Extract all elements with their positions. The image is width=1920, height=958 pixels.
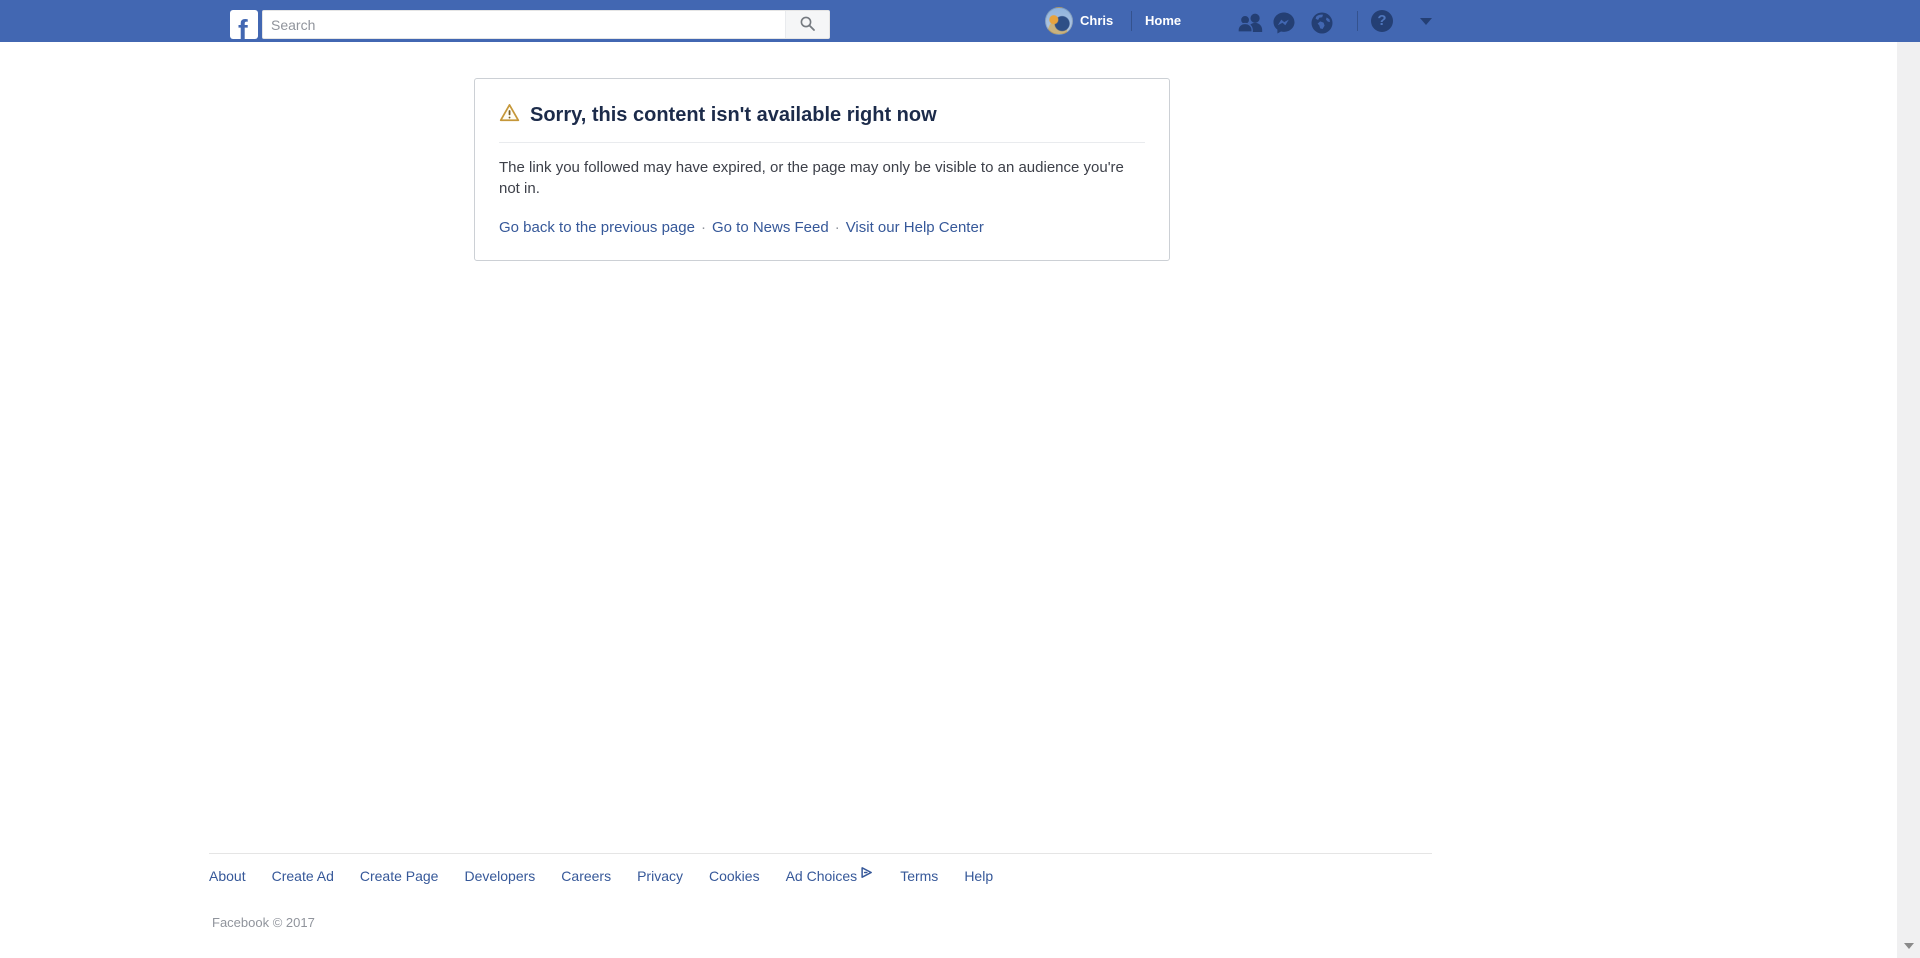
- footer-link-create-page[interactable]: Create Page: [360, 868, 439, 884]
- navbar-divider: [1357, 11, 1358, 31]
- go-back-link[interactable]: Go back to the previous page: [499, 219, 695, 236]
- top-navbar: f Chris Home: [0, 0, 1920, 42]
- scroll-down-button[interactable]: [1897, 936, 1920, 956]
- footer-link-help[interactable]: Help: [964, 868, 993, 884]
- footer-link-ad-choices[interactable]: Ad Choices: [786, 867, 875, 885]
- footer-links: About Create Ad Create Page Developers C…: [209, 867, 993, 885]
- scroll-down-arrow-icon: [1903, 943, 1914, 949]
- adchoices-icon: [859, 865, 874, 883]
- copyright-notice: Facebook © 2017: [212, 915, 315, 930]
- notifications-globe-icon[interactable]: [1310, 11, 1334, 40]
- news-feed-link[interactable]: Go to News Feed: [712, 219, 829, 236]
- footer-link-about[interactable]: About: [209, 868, 246, 884]
- search-input[interactable]: [263, 11, 785, 38]
- footer-link-create-ad[interactable]: Create Ad: [272, 868, 334, 884]
- footer-link-privacy[interactable]: Privacy: [637, 868, 683, 884]
- footer-link-cookies[interactable]: Cookies: [709, 868, 760, 884]
- error-links: Go back to the previous page · Go to News …: [499, 219, 1145, 236]
- search-bar: [262, 10, 830, 39]
- facebook-logo[interactable]: f: [230, 10, 258, 39]
- help-icon[interactable]: ?: [1371, 10, 1393, 32]
- avatar[interactable]: [1045, 7, 1073, 35]
- footer-link-developers[interactable]: Developers: [464, 868, 535, 884]
- link-separator: ·: [700, 219, 706, 236]
- footer-link-careers[interactable]: Careers: [561, 868, 611, 884]
- footer-divider: [209, 853, 1432, 854]
- error-card-header: Sorry, this content isn't available righ…: [499, 103, 1145, 127]
- error-title: Sorry, this content isn't available righ…: [530, 103, 937, 126]
- page: f Chris Home: [0, 0, 1920, 958]
- facebook-logo-letter: f: [238, 15, 248, 40]
- chevron-down-icon[interactable]: [1420, 18, 1432, 25]
- vertical-scrollbar[interactable]: [1897, 42, 1920, 958]
- warning-triangle-icon: [499, 103, 520, 127]
- navbar-divider: [1131, 11, 1132, 31]
- footer-link-terms[interactable]: Terms: [900, 868, 938, 884]
- friend-requests-icon[interactable]: [1237, 12, 1264, 37]
- help-center-link[interactable]: Visit our Help Center: [846, 219, 984, 236]
- search-button[interactable]: [785, 11, 829, 38]
- error-card: Sorry, this content isn't available righ…: [474, 78, 1170, 261]
- link-separator: ·: [834, 219, 840, 236]
- error-description: The link you followed may have expired, …: [499, 159, 1124, 197]
- messenger-icon[interactable]: [1272, 11, 1296, 40]
- card-divider: [499, 142, 1145, 143]
- search-icon: [799, 15, 816, 35]
- home-link[interactable]: Home: [1145, 13, 1181, 28]
- profile-link[interactable]: Chris: [1080, 13, 1113, 28]
